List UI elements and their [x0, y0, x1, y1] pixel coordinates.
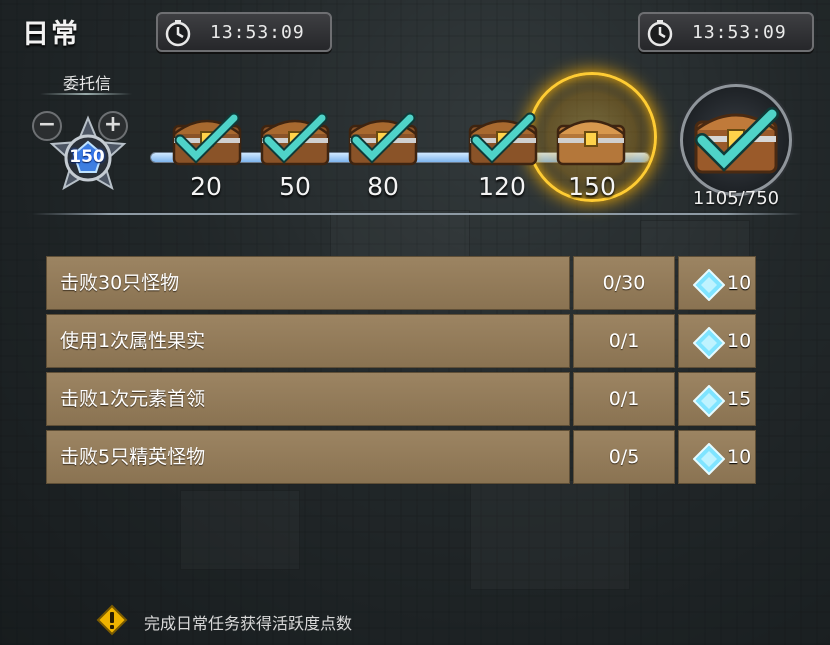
task-reward: 10: [678, 256, 756, 310]
task-progress: 0/5: [573, 430, 675, 484]
task-reward: 15: [678, 372, 756, 426]
clock-icon: [165, 20, 191, 47]
task-reward: 10: [678, 430, 756, 484]
section-divider: [32, 213, 802, 215]
task-name: 击败1次元素首领: [46, 372, 570, 426]
tier-threshold: 50: [279, 172, 311, 201]
diamond-icon: [693, 385, 725, 417]
reset-timer-right: 13:53:09: [638, 12, 814, 52]
tier-threshold: 150: [568, 172, 616, 201]
task-progress: 0/30: [573, 256, 675, 310]
reward-amount: 10: [727, 272, 752, 294]
chest-icon: [556, 119, 626, 166]
warning-icon: [96, 604, 128, 636]
task-row: 击败1次元素首领 0/1 15: [46, 372, 756, 426]
tier-chest-80[interactable]: [346, 108, 420, 168]
diamond-icon: [693, 443, 725, 475]
task-row: 击败5只精英怪物 0/5 10: [46, 430, 756, 484]
tier-chest-150[interactable]: [554, 108, 628, 168]
claimed-chest-icon: [260, 112, 330, 166]
diamond-icon: [693, 269, 725, 301]
divider: [40, 93, 132, 95]
claimed-chest-icon: [172, 112, 242, 166]
task-progress: 0/1: [573, 314, 675, 368]
claimed-chest-icon: [348, 112, 418, 166]
tip-text: 完成日常任务获得活跃度点数: [144, 614, 353, 633]
task-row: 使用1次属性果实 0/1 10: [46, 314, 756, 368]
tier-chest-120[interactable]: [466, 108, 540, 168]
tier-threshold: 20: [190, 172, 222, 201]
claimed-chest-icon: [468, 112, 538, 166]
task-progress: 0/1: [573, 372, 675, 426]
tier-threshold: 120: [478, 172, 526, 201]
timer-text: 13:53:09: [692, 22, 787, 43]
page-title: 日常: [22, 19, 80, 50]
tier-chest-20[interactable]: [170, 108, 244, 168]
reward-amount: 10: [727, 330, 752, 352]
tier-threshold: 80: [367, 172, 399, 201]
reset-timer-left: 13:53:09: [156, 12, 332, 52]
activity-points: 150: [69, 147, 105, 167]
tier-chest-50[interactable]: [258, 108, 332, 168]
timer-text: 13:53:09: [210, 22, 305, 43]
task-row: 击败30只怪物 0/30 10: [46, 256, 756, 310]
task-reward: 10: [678, 314, 756, 368]
weekly-chest-icon[interactable]: [688, 100, 784, 178]
reward-amount: 15: [727, 388, 752, 410]
weekly-count: 1105/750: [692, 188, 780, 209]
task-name: 击败30只怪物: [46, 256, 570, 310]
reward-amount: 10: [727, 446, 752, 468]
task-name: 击败5只精英怪物: [46, 430, 570, 484]
task-name: 使用1次属性果实: [46, 314, 570, 368]
diamond-icon: [693, 327, 725, 359]
clock-icon: [647, 20, 673, 47]
activity-label: 委托信: [62, 74, 111, 93]
